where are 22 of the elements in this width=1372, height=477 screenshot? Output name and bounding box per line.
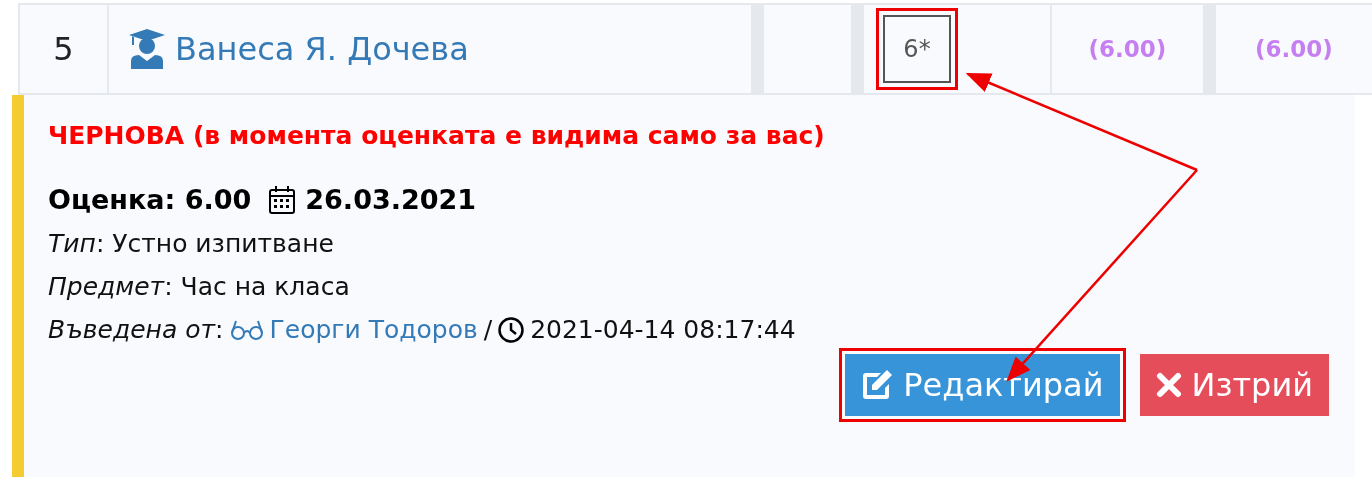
entry-timestamp: 2021-04-14 08:17:44 [530, 315, 796, 344]
grade-label: Оценка: 6.00 [48, 184, 252, 215]
average-grade: (6.00) [1255, 36, 1333, 62]
detail-field: Предмет: Час на класа [48, 272, 1355, 301]
entered-by-label: Въведена от: [48, 315, 224, 344]
row-number: 5 [53, 30, 74, 68]
grade-box[interactable]: 6* [883, 15, 951, 83]
detail-field: Тип: Устно изпитване [48, 229, 1355, 258]
calendar-icon [269, 185, 296, 214]
student-icon [129, 29, 165, 69]
edit-icon [861, 369, 894, 401]
grade-date: 26.03.2021 [305, 184, 477, 215]
draft-status: ЧЕРНОВА (в момента оценката е видима само за вас) [48, 121, 826, 150]
delete-button[interactable]: Изтрий [1139, 354, 1329, 416]
teacher-link[interactable]: Георги Тодоров [269, 315, 478, 344]
student-link[interactable]: Ванеса Я. Дочева [175, 30, 469, 68]
average-grade: (6.00) [1088, 36, 1167, 62]
glasses-icon [229, 318, 264, 341]
clock-icon [498, 316, 525, 343]
separator-text: / [483, 315, 493, 344]
edit-button[interactable]: Редактирай [845, 354, 1120, 416]
close-icon [1155, 372, 1182, 398]
